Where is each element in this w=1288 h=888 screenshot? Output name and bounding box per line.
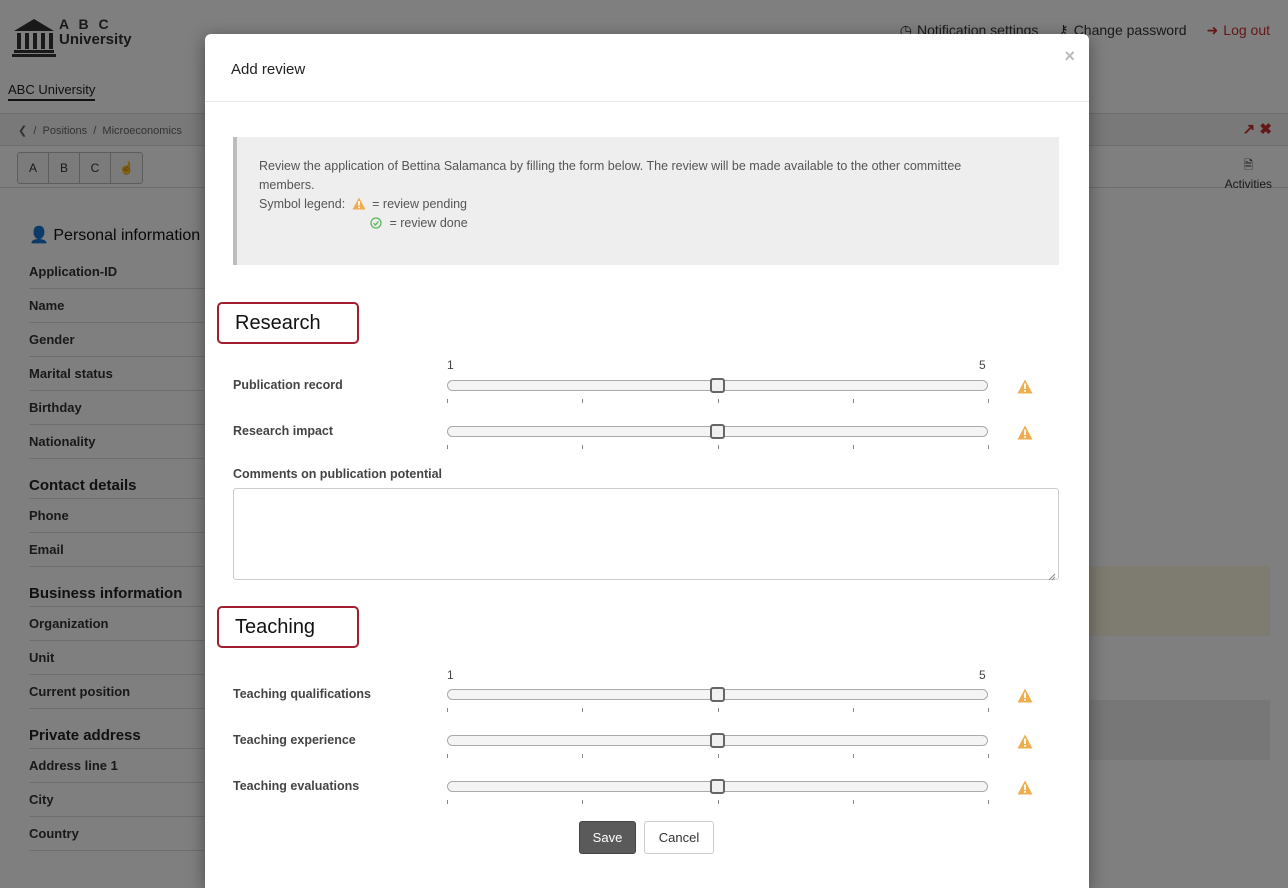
slider-tick xyxy=(988,445,989,449)
resize-grip-icon[interactable] xyxy=(1048,569,1056,581)
slider-handle[interactable] xyxy=(709,424,725,439)
legend-done-row: = review done xyxy=(259,214,1037,233)
teaching-scale-min: 1 xyxy=(447,668,454,682)
slider-tick xyxy=(717,754,719,758)
slider-tick xyxy=(852,445,854,449)
review-pending-warning-icon xyxy=(1017,688,1033,706)
criterion-label: Teaching evaluations xyxy=(233,779,360,793)
teaching-heading: Teaching xyxy=(217,606,359,648)
slider-tick xyxy=(447,800,448,804)
teaching-scale-max: 5 xyxy=(979,668,986,682)
criterion-label: Teaching experience xyxy=(233,733,356,747)
slider-tick xyxy=(852,708,854,712)
research-scale-max: 5 xyxy=(979,358,986,372)
slider-tick xyxy=(988,708,989,712)
cancel-button[interactable]: Cancel xyxy=(644,821,714,854)
research-heading: Research xyxy=(217,302,359,344)
legend-prefix: Symbol legend: xyxy=(259,197,346,211)
review-pending-warning-icon xyxy=(1017,379,1033,397)
slider-tick xyxy=(447,754,448,758)
criterion-label: Teaching qualifications xyxy=(233,687,371,701)
modal-title: Add review xyxy=(231,61,306,78)
slider-tick xyxy=(582,445,584,449)
review-pending-warning-icon xyxy=(1017,734,1033,752)
slider-handle[interactable] xyxy=(709,687,725,702)
slider-tick xyxy=(852,754,854,758)
slider-handle[interactable] xyxy=(709,779,725,794)
slider-tick xyxy=(988,754,989,758)
slider-tick xyxy=(717,445,719,449)
comments-label: Comments on publication potential xyxy=(233,467,443,481)
legend-pending-row: Symbol legend: = review pending xyxy=(259,195,1037,214)
modal-header: Add review × xyxy=(205,34,1089,102)
legend-done: = review done xyxy=(389,216,468,230)
save-button[interactable]: Save xyxy=(579,821,636,854)
check-circle-icon xyxy=(370,217,382,229)
research-scale-min: 1 xyxy=(447,358,454,372)
slider-tick xyxy=(582,399,584,403)
slider-tick xyxy=(582,754,584,758)
slider-tick xyxy=(447,399,448,403)
criterion-label: Publication record xyxy=(233,378,343,392)
review-instructions: Review the application of Bettina Salama… xyxy=(233,137,1059,265)
warning-icon xyxy=(352,197,366,210)
intro-line1: Review the application of Bettina Salama… xyxy=(259,159,962,173)
slider-handle[interactable] xyxy=(709,733,725,748)
slider-handle[interactable] xyxy=(709,378,725,393)
add-review-modal: Add review × Review the application of B… xyxy=(205,34,1089,888)
comments-textarea[interactable] xyxy=(233,488,1059,581)
criterion-label: Research impact xyxy=(233,424,334,438)
modal-close-button[interactable]: × xyxy=(1064,46,1075,67)
intro-line2: members. xyxy=(259,178,315,192)
slider-tick xyxy=(988,800,989,804)
slider-tick xyxy=(988,399,989,403)
slider-tick xyxy=(582,800,584,804)
slider-tick xyxy=(852,800,854,804)
review-pending-warning-icon xyxy=(1017,425,1033,443)
legend-pending: = review pending xyxy=(372,197,467,211)
slider-tick xyxy=(447,708,448,712)
slider-tick xyxy=(582,708,584,712)
slider-tick xyxy=(717,800,719,804)
slider-tick xyxy=(447,445,448,449)
slider-tick xyxy=(717,399,719,403)
slider-tick xyxy=(852,399,854,403)
slider-tick xyxy=(717,708,719,712)
review-pending-warning-icon xyxy=(1017,780,1033,798)
